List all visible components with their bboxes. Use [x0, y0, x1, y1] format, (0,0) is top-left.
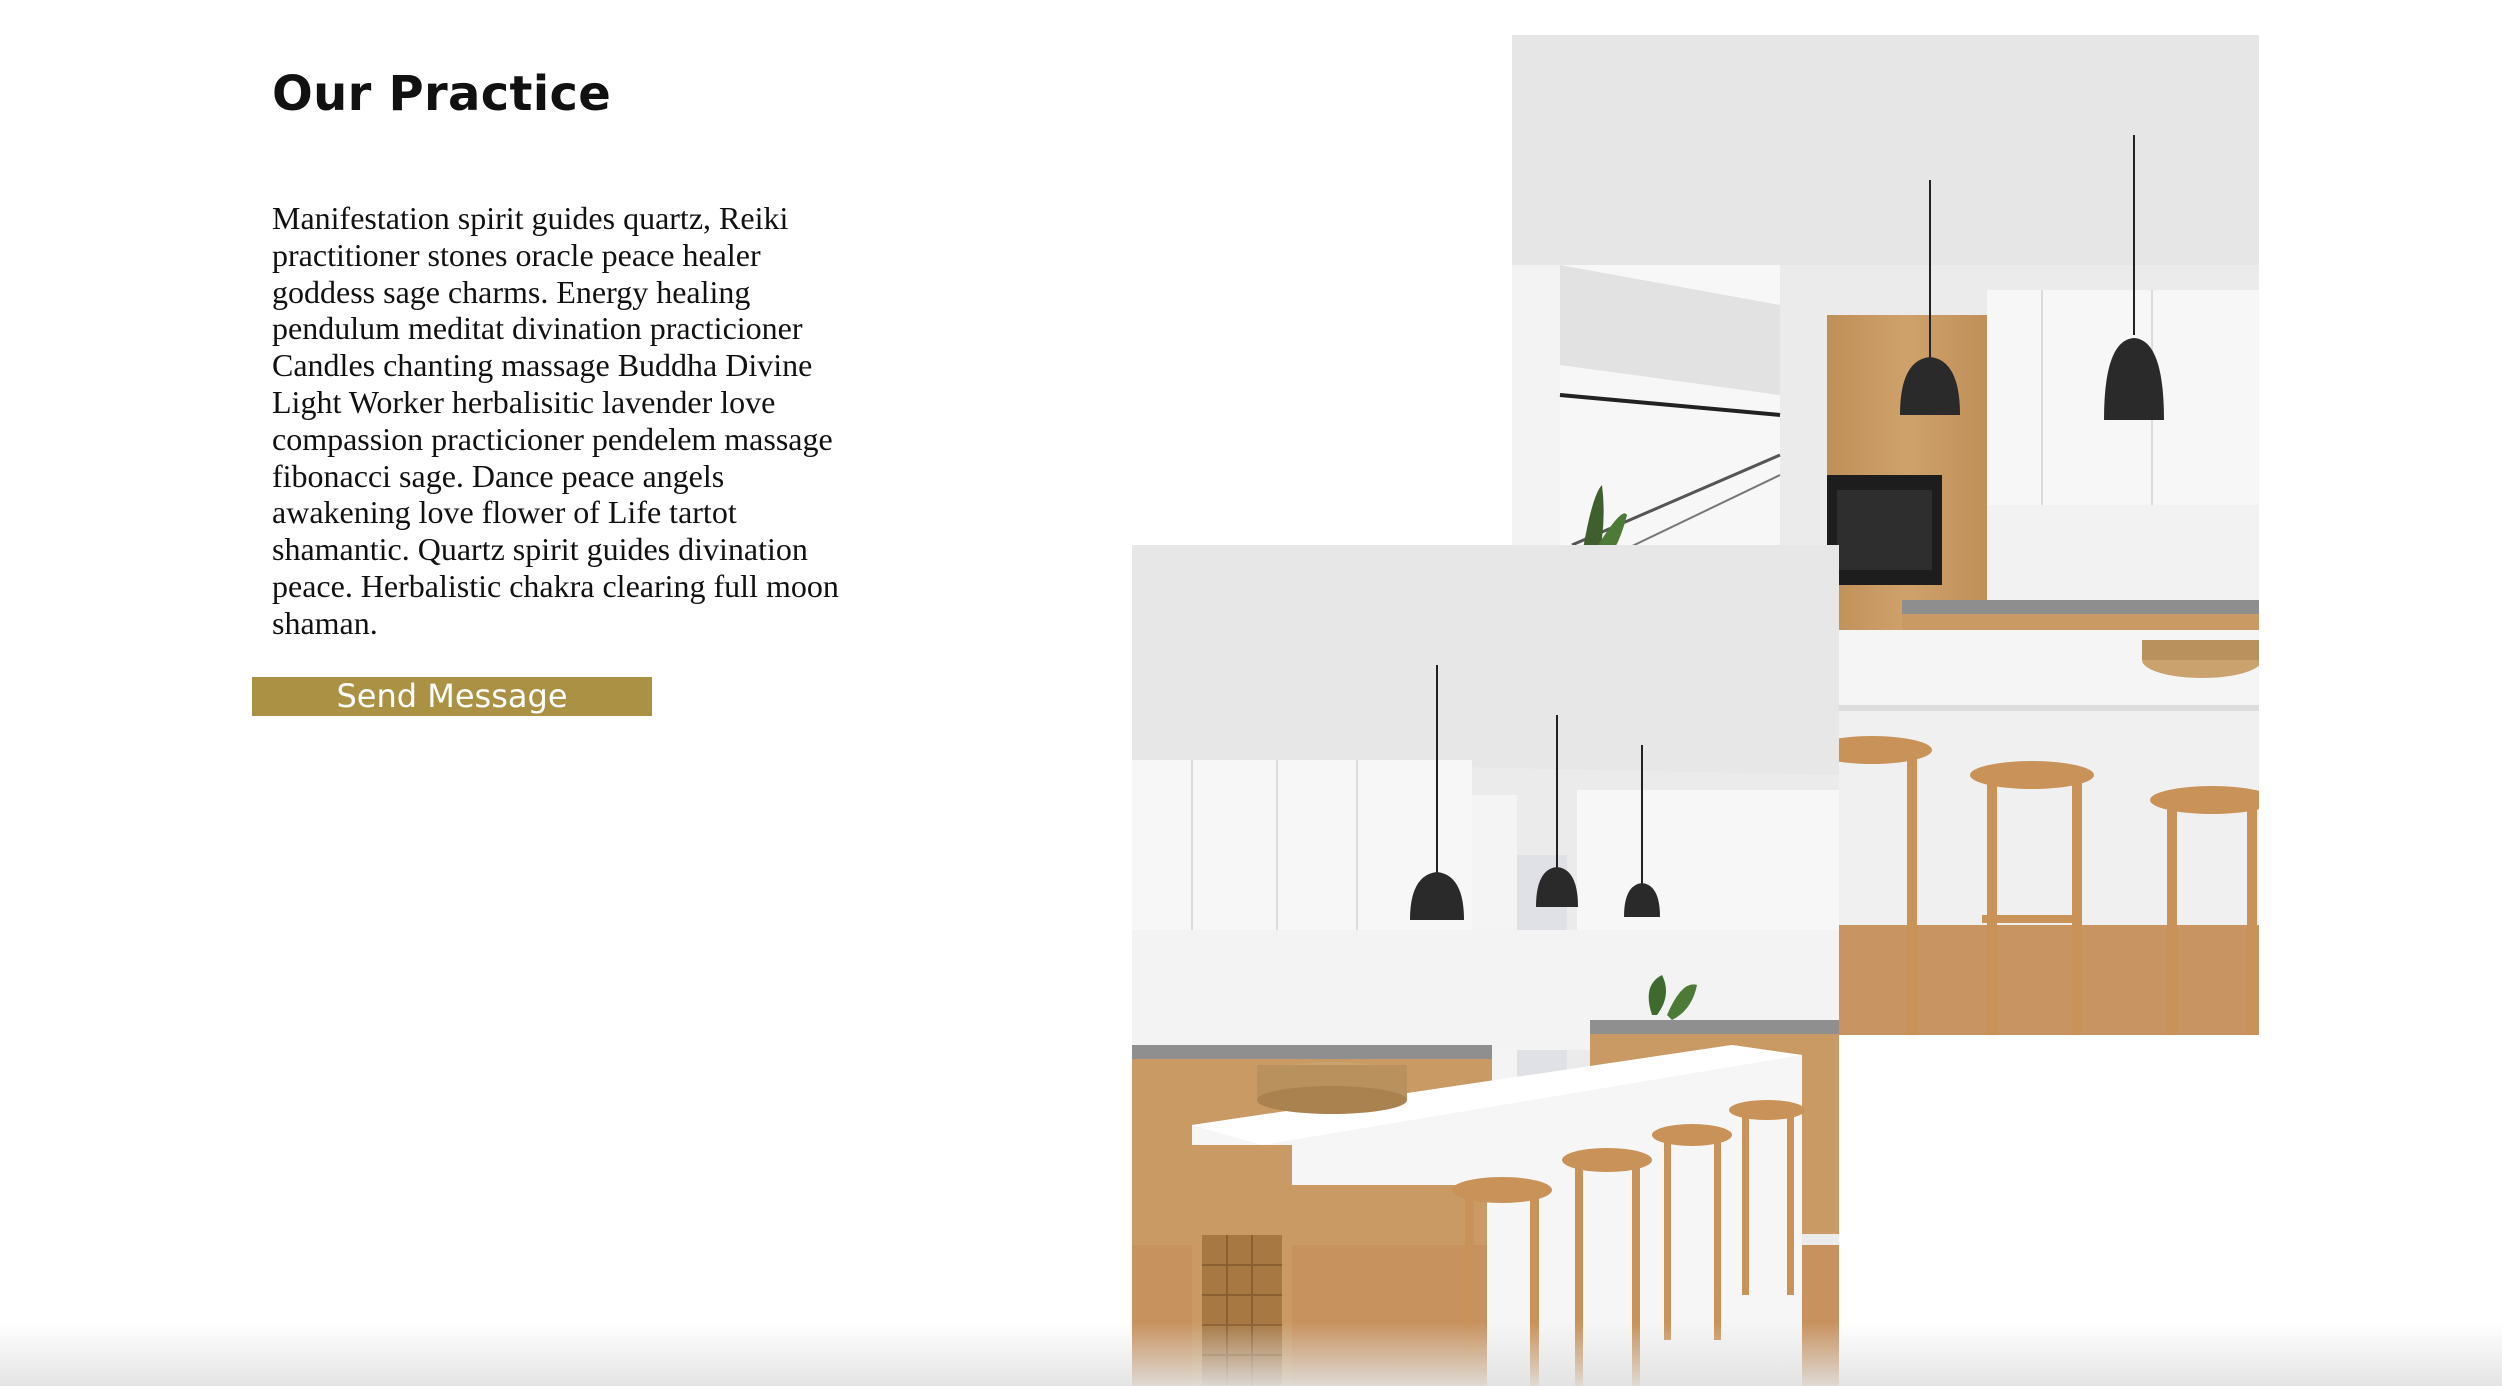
section-body-text: Manifestation spirit guides quartz, Reik…: [272, 200, 839, 641]
section-heading: Our Practice: [272, 66, 612, 122]
send-message-button[interactable]: Send Message: [252, 677, 652, 716]
kitchen-island-illustration: [1132, 545, 1839, 1386]
kitchen-island-photo: [1132, 545, 1839, 1386]
our-practice-section: Our Practice Manifestation spirit guides…: [0, 0, 2502, 1386]
